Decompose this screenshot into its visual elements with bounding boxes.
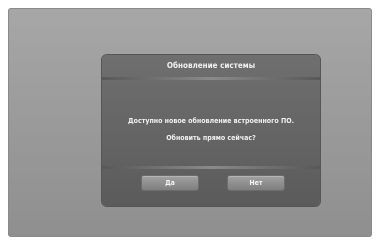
- yes-button[interactable]: Да: [142, 176, 198, 190]
- buttons-divider: [102, 166, 320, 169]
- no-button[interactable]: Нет: [228, 176, 284, 190]
- title-divider: [102, 77, 320, 80]
- message-line-2: Обновить прямо сейчас?: [166, 134, 256, 142]
- dialog-title: Обновление системы: [166, 61, 256, 70]
- screen-background: Обновление системы Доступно новое обновл…: [8, 8, 372, 237]
- message-line-1: Доступно новое обновление встроенного ПО…: [128, 117, 294, 125]
- update-dialog: Обновление системы Доступно новое обновл…: [102, 55, 320, 206]
- dialog-message: Доступно новое обновление встроенного ПО…: [102, 113, 320, 147]
